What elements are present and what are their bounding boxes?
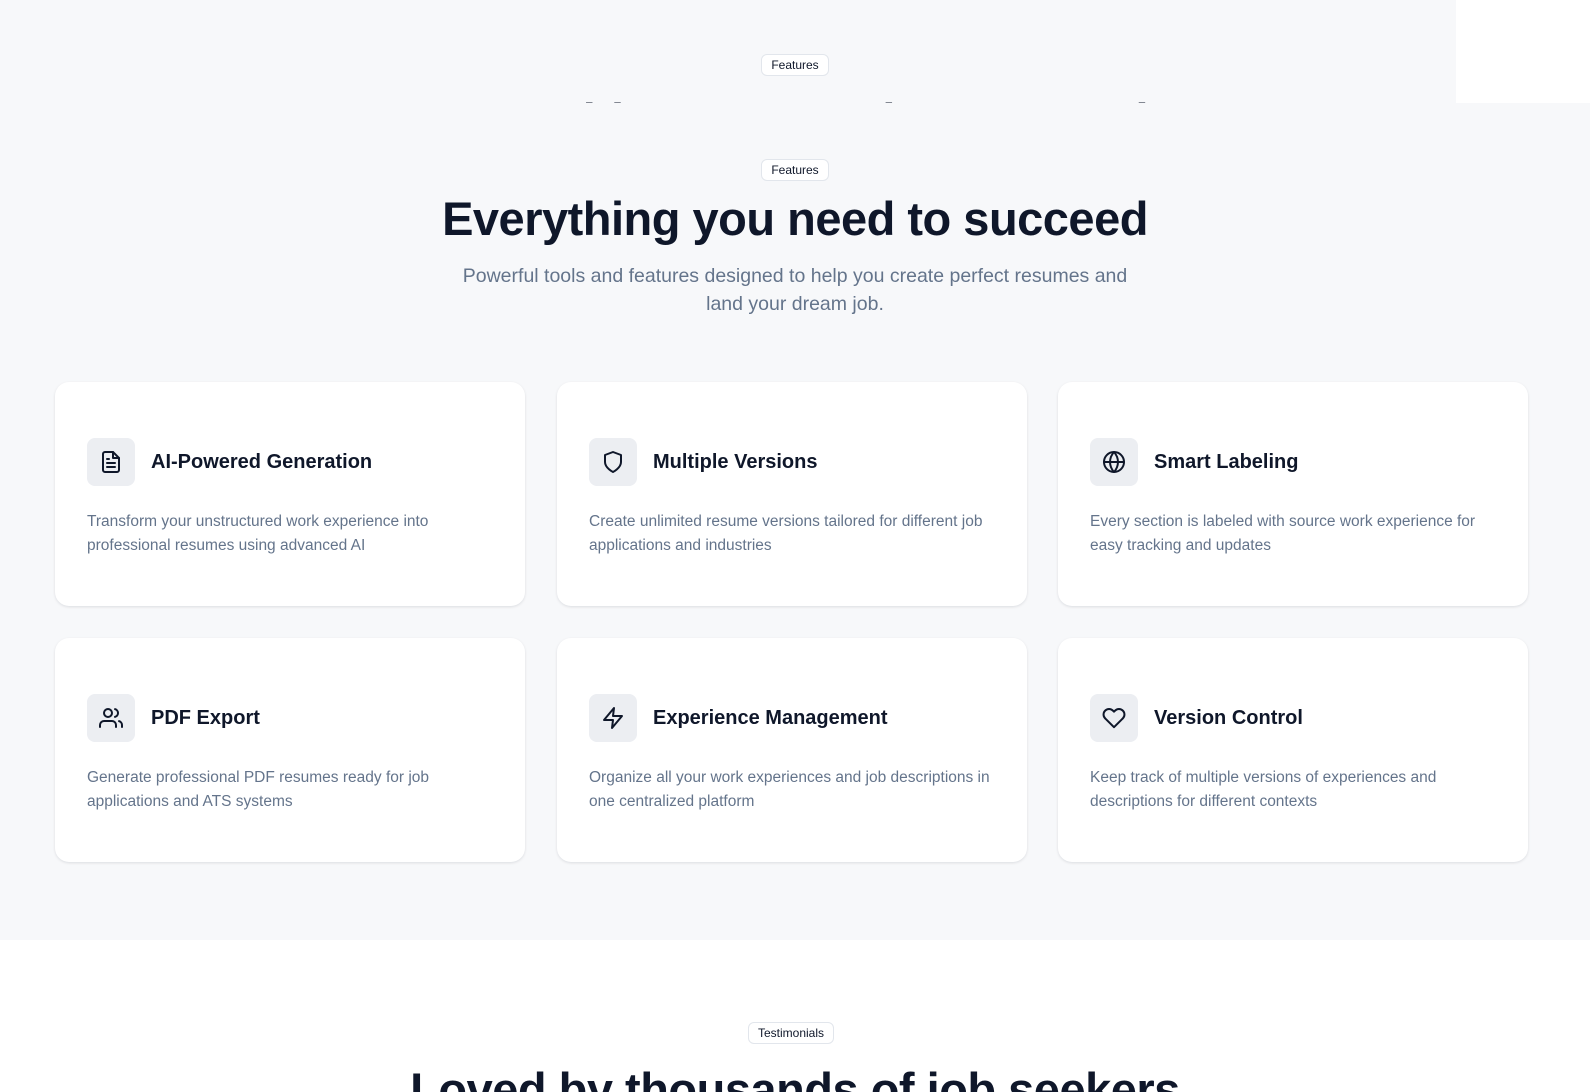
- feature-card-description: Generate professional PDF resumes ready …: [87, 769, 430, 810]
- feature-card-description: Transform your unstructured work experie…: [87, 513, 429, 554]
- feature-card-title: Smart Labeling: [1154, 451, 1299, 473]
- feature-card-title: PDF Export: [151, 707, 260, 729]
- globe-icon: [1090, 438, 1138, 486]
- feature-card-version-control: Version Control Keep track of multiple v…: [1058, 638, 1528, 862]
- feature-card-title: Multiple Versions: [653, 451, 818, 473]
- feature-card-experience-management: Experience Management Organize all your …: [557, 638, 1027, 862]
- section-title: Everything you need to succeed: [442, 192, 1148, 245]
- section-subtitle: Powerful tools and features designed to …: [462, 265, 1128, 315]
- feature-card-description: Keep track of multiple versions of exper…: [1090, 769, 1437, 810]
- feature-card-multiple-versions: Multiple Versions Create unlimited resum…: [557, 382, 1027, 606]
- feature-card-title: AI-Powered Generation: [151, 451, 373, 473]
- feature-card-description: Organize all your work experiences and j…: [589, 769, 990, 810]
- feature-card-ai-generation: AI-Powered Generation Transform your uns…: [55, 382, 525, 606]
- feature-card-pdf-export: PDF Export Generate professional PDF res…: [55, 638, 525, 862]
- feature-card-title: Experience Management: [653, 707, 888, 729]
- file-text-icon: [87, 438, 135, 486]
- testimonials-title: Loved by thousands of job seekers: [410, 1063, 1180, 1092]
- feature-card-smart-labeling: Smart Labeling Every section is labeled …: [1058, 382, 1528, 606]
- testimonials-title-container: Loved by thousands of job seekers: [0, 1062, 1590, 1092]
- feature-card-title: Version Control: [1154, 707, 1303, 729]
- testimonials-badge: Testimonials: [748, 1022, 834, 1044]
- features-badge-top: Features: [761, 54, 829, 76]
- users-icon: [87, 694, 135, 742]
- zap-icon: [589, 694, 637, 742]
- clipped-heading-container: Everything you need to succeed: [0, 78, 1590, 103]
- shield-icon: [589, 438, 637, 486]
- clipped-section-heading: Everything you need to succeed: [0, 93, 1590, 103]
- feature-card-description: Every section is labeled with source wor…: [1090, 513, 1476, 554]
- feature-card-description: Create unlimited resume versions tailore…: [589, 513, 983, 554]
- heart-icon: [1090, 694, 1138, 742]
- features-badge: Features: [761, 159, 829, 181]
